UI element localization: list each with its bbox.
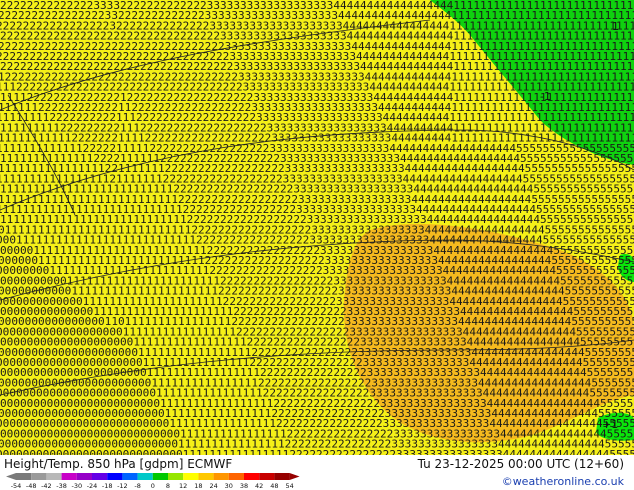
color-swatch [61, 473, 77, 480]
map-footer: Height/Temp. 850 hPa [gdpm] ECMWF Tu 23-… [0, 455, 634, 490]
color-swatch [76, 473, 92, 480]
color-swatch [107, 473, 123, 480]
map-canvas: 2222222222222233332222222222222333333333… [0, 0, 634, 455]
scale-tick-label: 18 [194, 482, 202, 490]
contour-label: -1 [540, 90, 551, 103]
scale-tick-label: 54 [285, 482, 293, 490]
scale-tick-label: -38 [56, 482, 67, 490]
scale-tick-label: -18 [102, 482, 113, 490]
scale-tick-label: -42 [41, 482, 52, 490]
color-swatch [183, 473, 199, 480]
color-swatch [259, 473, 275, 480]
scale-tick-label: 42 [255, 482, 263, 490]
color-swatch [16, 473, 32, 480]
map-title: Height/Temp. 850 hPa [gdpm] ECMWF [4, 457, 233, 471]
scale-tick-label: 30 [225, 482, 233, 490]
color-swatch [244, 473, 260, 480]
scale-tick-label: -24 [87, 482, 98, 490]
color-scale: -54 -48 -42 -38 -30 -24 -18 -12 -8 0 8 12 18 24 30 38 42… [6, 473, 300, 490]
color-swatch [31, 473, 47, 480]
contour-label: +1 [602, 418, 618, 431]
valid-time: Tu 23-12-2025 00:00 UTC (12+60) [417, 457, 624, 471]
scale-tick-label: 24 [209, 482, 217, 490]
color-swatch [92, 473, 108, 480]
scale-tick-label: -8 [134, 482, 140, 490]
scale-tick-label: 38 [240, 482, 248, 490]
contour-label: 1 [612, 20, 619, 33]
scale-tick-label: 8 [166, 482, 170, 490]
color-swatch [198, 473, 214, 480]
scale-tick-label: -54 [11, 482, 22, 490]
color-scale-swatches [6, 473, 300, 480]
scale-tick-label: -12 [117, 482, 128, 490]
scale-tick-label: -48 [26, 482, 37, 490]
scale-tick-label: -30 [71, 482, 82, 490]
scale-arrow-right [289, 473, 300, 480]
color-swatch [228, 473, 244, 480]
color-swatch [122, 473, 138, 480]
color-swatch [213, 473, 229, 480]
scale-arrow-left [6, 473, 16, 480]
color-scale-ticks: -54 -48 -42 -38 -30 -24 -18 -12 -8 0 8 12 18 24 30 38 42… [11, 482, 294, 490]
credit-link[interactable]: ©weatheronline.co.uk [502, 475, 624, 488]
field-digits: 2222222222222233332222222222222333333333… [0, 1, 634, 455]
scale-tick-label: 12 [179, 482, 187, 490]
color-swatch [46, 473, 62, 480]
color-swatch [137, 473, 153, 480]
weather-map: 2222222222222233332222222222222333333333… [0, 0, 634, 455]
color-swatch [274, 473, 290, 480]
scale-tick-label: 0 [151, 482, 155, 490]
scale-tick-label: 48 [270, 482, 278, 490]
color-swatch [168, 473, 184, 480]
color-swatch [152, 473, 168, 480]
